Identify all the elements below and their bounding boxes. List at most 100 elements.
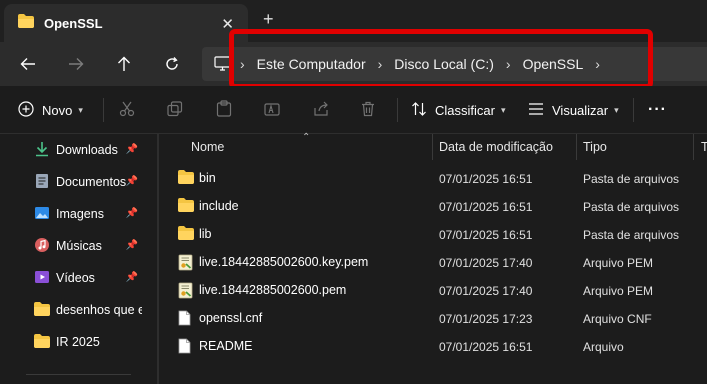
file-list: ⌃ Nome Data de modificação Tipo T bin 07…	[160, 132, 707, 384]
file-name: include	[199, 199, 239, 213]
paste-button[interactable]	[216, 86, 232, 134]
share-icon	[313, 101, 329, 120]
chevron-down-icon: ▾	[614, 104, 619, 115]
file-type: Arquivo PEM	[583, 284, 654, 298]
column-header-size[interactable]: T	[701, 134, 707, 160]
sidebar-item-videos[interactable]: Vídeos 📌	[34, 264, 142, 292]
list-view-icon	[528, 102, 544, 119]
file-type: Arquivo CNF	[583, 312, 652, 326]
sort-caret-icon: ⌃	[302, 132, 311, 143]
folder-icon	[34, 333, 50, 351]
new-tab-button[interactable]: +	[263, 9, 274, 30]
trash-icon	[360, 101, 376, 120]
file-date: 07/01/2025 16:51	[439, 200, 533, 214]
file-type: Pasta de arquivos	[583, 228, 680, 242]
chevron-down-icon: ▾	[78, 104, 83, 115]
file-date: 07/01/2025 17:40	[439, 256, 533, 270]
back-arrow-icon[interactable]	[17, 53, 39, 75]
delete-button[interactable]	[360, 86, 376, 134]
pin-icon: 📌	[125, 240, 138, 251]
sort-icon	[411, 101, 427, 120]
up-arrow-icon[interactable]	[113, 53, 135, 75]
file-name: README	[199, 339, 253, 353]
rename-button[interactable]	[264, 86, 280, 134]
sidebar-scrollbar[interactable]	[157, 134, 159, 384]
copy-button[interactable]	[167, 86, 183, 134]
column-divider[interactable]	[693, 134, 694, 160]
folder-icon	[178, 170, 194, 187]
file-date: 07/01/2025 17:40	[439, 284, 533, 298]
window-tab[interactable]: OpenSSL ✕	[4, 4, 248, 42]
pin-icon: 📌	[125, 176, 138, 187]
file-row-pem[interactable]: live.18442885002600.pem 07/01/2025 17:40…	[160, 276, 707, 304]
pin-icon: 📌	[125, 144, 138, 155]
forward-arrow-icon[interactable]	[65, 53, 87, 75]
video-icon	[34, 269, 50, 288]
file-icon	[178, 338, 191, 357]
column-divider[interactable]	[576, 134, 577, 160]
music-icon	[34, 237, 50, 256]
copy-icon	[167, 100, 183, 120]
sort-label: Classificar	[435, 102, 495, 118]
divider	[633, 98, 634, 122]
image-icon	[34, 205, 50, 224]
column-divider[interactable]	[432, 134, 433, 160]
cut-button[interactable]	[119, 86, 135, 134]
file-row-lib[interactable]: lib 07/01/2025 16:51 Pasta de arquivos	[160, 220, 707, 248]
new-button[interactable]: Novo ▾	[18, 86, 83, 134]
command-bar: Novo ▾ Classificar ▾ Visualizar ▾ ···	[0, 86, 707, 134]
sidebar-item-label: desenhos que eu	[56, 303, 142, 317]
scissors-icon	[119, 101, 135, 120]
share-button[interactable]	[313, 86, 329, 134]
sidebar-item-drawings-folder[interactable]: desenhos que eu	[34, 296, 142, 324]
file-row-readme[interactable]: README 07/01/2025 16:51 Arquivo	[160, 332, 707, 360]
file-row-include[interactable]: include 07/01/2025 16:51 Pasta de arquiv…	[160, 192, 707, 220]
rename-icon	[264, 101, 280, 120]
file-row-bin[interactable]: bin 07/01/2025 16:51 Pasta de arquivos	[160, 164, 707, 192]
divider	[397, 98, 398, 122]
sort-button[interactable]: Classificar ▾	[411, 86, 506, 134]
navigation-pane: Downloads 📌 Documentos 📌 Imagens 📌 Músic…	[0, 134, 150, 384]
divider	[103, 98, 104, 122]
file-name: live.18442885002600.pem	[199, 283, 347, 297]
red-highlight-box	[229, 29, 653, 89]
clipboard-icon	[216, 100, 232, 120]
new-label: Novo	[42, 102, 73, 118]
chevron-down-icon: ▾	[500, 104, 506, 115]
file-date: 07/01/2025 16:51	[439, 172, 533, 186]
folder-icon	[18, 13, 34, 33]
tab-title: OpenSSL	[44, 15, 103, 31]
column-header-type[interactable]: Tipo	[583, 134, 607, 160]
folder-icon	[178, 226, 194, 243]
file-date: 07/01/2025 16:51	[439, 340, 533, 354]
view-button[interactable]: Visualizar ▾	[528, 86, 619, 134]
sidebar-item-downloads[interactable]: Downloads 📌	[34, 136, 142, 164]
sidebar-item-documents[interactable]: Documentos 📌	[34, 168, 142, 196]
file-type: Arquivo PEM	[583, 256, 654, 270]
file-icon	[178, 310, 191, 329]
file-row-openssl-cnf[interactable]: openssl.cnf 07/01/2025 17:23 Arquivo CNF	[160, 304, 707, 332]
file-row-key-pem[interactable]: live.18442885002600.key.pem 07/01/2025 1…	[160, 248, 707, 276]
file-name: live.18442885002600.key.pem	[199, 255, 369, 269]
pin-icon: 📌	[125, 272, 138, 283]
pin-icon: 📌	[125, 208, 138, 219]
certificate-file-icon	[178, 282, 193, 302]
folder-icon	[178, 198, 194, 215]
file-name: openssl.cnf	[199, 311, 263, 325]
sidebar-item-ir-2025-folder[interactable]: IR 2025	[34, 328, 142, 356]
file-date: 07/01/2025 17:23	[439, 312, 533, 326]
plus-circle-icon	[18, 100, 34, 120]
file-type: Pasta de arquivos	[583, 200, 680, 214]
sidebar-item-label: IR 2025	[56, 335, 100, 349]
refresh-icon[interactable]	[161, 53, 183, 75]
sidebar-item-music[interactable]: Músicas 📌	[34, 232, 142, 260]
column-header-date[interactable]: Data de modificação	[439, 134, 553, 160]
sidebar-item-images[interactable]: Imagens 📌	[34, 200, 142, 228]
file-type: Pasta de arquivos	[583, 172, 680, 186]
more-options-button[interactable]: ···	[648, 86, 667, 134]
file-name: lib	[199, 227, 212, 241]
file-date: 07/01/2025 16:51	[439, 228, 533, 242]
sidebar-divider	[26, 374, 131, 375]
column-header-name[interactable]: Nome	[191, 134, 224, 160]
document-icon	[34, 173, 50, 192]
